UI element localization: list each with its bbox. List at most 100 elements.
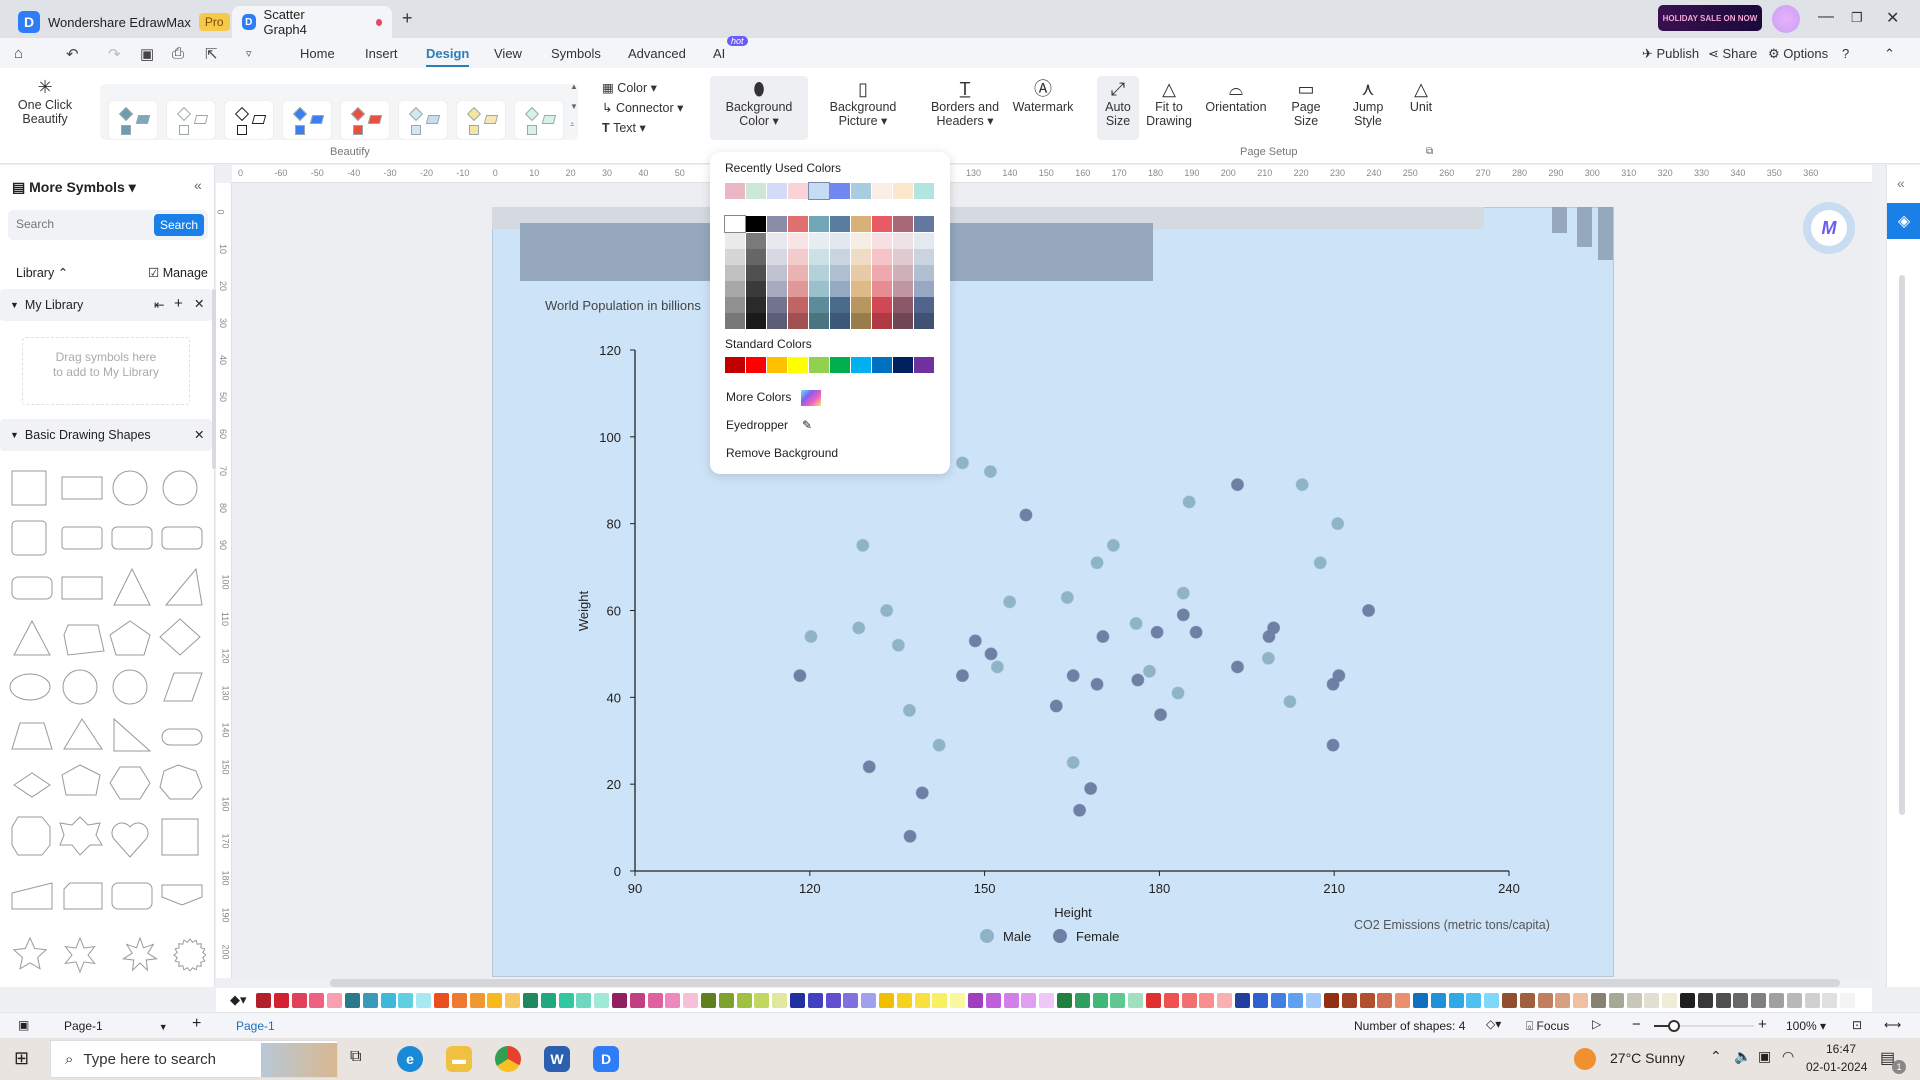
theme-shade-swatch[interactable]: [788, 281, 808, 297]
standard-color-swatch[interactable]: [725, 357, 745, 373]
basic-shape[interactable]: [9, 673, 51, 701]
data-point-male[interactable]: [955, 456, 969, 470]
palette-color-swatch[interactable]: [1341, 993, 1357, 1008]
palette-color-swatch[interactable]: [1377, 993, 1393, 1008]
palette-color-swatch[interactable]: [807, 993, 823, 1008]
recent-color-swatch[interactable]: [725, 183, 745, 199]
watermark-button[interactable]: Ⓐ Watermark: [1012, 80, 1074, 114]
palette-color-swatch[interactable]: [932, 993, 948, 1008]
basic-shape[interactable]: [163, 672, 203, 702]
theme-color-swatch[interactable]: [809, 216, 829, 232]
palette-color-swatch[interactable]: [1519, 993, 1535, 1008]
palette-color-swatch[interactable]: [434, 993, 449, 1008]
palette-color-swatch[interactable]: [1804, 993, 1820, 1008]
palette-color-swatch[interactable]: [487, 993, 503, 1008]
redo-icon[interactable]: ↷: [108, 45, 121, 63]
theme-shade-swatch[interactable]: [872, 281, 892, 297]
weather-text[interactable]: 27°C Sunny: [1610, 1050, 1685, 1066]
palette-color-swatch[interactable]: [540, 993, 556, 1008]
theme-color-swatch[interactable]: [788, 216, 808, 232]
data-point-male[interactable]: [852, 621, 866, 635]
palette-color-swatch[interactable]: [1252, 993, 1268, 1008]
palette-color-swatch[interactable]: [398, 993, 414, 1008]
edrawmax-taskbar-icon[interactable]: D: [593, 1046, 619, 1072]
palette-color-swatch[interactable]: [754, 993, 770, 1008]
close-shapes-icon[interactable]: ✕: [194, 427, 204, 442]
basic-shape[interactable]: [61, 526, 103, 550]
data-point-male[interactable]: [1261, 651, 1275, 665]
basic-shape[interactable]: [63, 882, 103, 910]
theme-color-swatch[interactable]: [746, 216, 766, 232]
palette-color-swatch[interactable]: [665, 993, 681, 1008]
palette-color-swatch[interactable]: [1181, 993, 1197, 1008]
palette-color-swatch[interactable]: [327, 993, 343, 1008]
basic-shape[interactable]: [11, 816, 51, 856]
basic-shape[interactable]: [161, 818, 199, 856]
minimize-button[interactable]: —: [1818, 8, 1834, 26]
palette-color-swatch[interactable]: [1644, 993, 1660, 1008]
theme-color-swatch[interactable]: [830, 216, 850, 232]
theme-shade-swatch[interactable]: [809, 313, 829, 329]
palette-color-swatch[interactable]: [1306, 993, 1322, 1008]
theme-shade-swatch[interactable]: [767, 265, 787, 281]
basic-shape[interactable]: [113, 567, 151, 606]
theme-shade-swatch[interactable]: [830, 313, 850, 329]
theme-shade-swatch[interactable]: [851, 265, 871, 281]
recent-color-swatch[interactable]: [808, 182, 830, 200]
basic-shape[interactable]: [11, 882, 53, 910]
palette-color-swatch[interactable]: [1840, 993, 1856, 1008]
basic-shape[interactable]: [61, 476, 103, 500]
palette-color-swatch[interactable]: [1573, 993, 1589, 1008]
theme-color-swatch[interactable]: [893, 216, 913, 232]
theme-shade-swatch[interactable]: [893, 281, 913, 297]
symbol-search-input[interactable]: [16, 217, 136, 231]
user-avatar[interactable]: [1772, 5, 1800, 33]
basic-shape[interactable]: [111, 822, 149, 858]
basic-shape[interactable]: [159, 618, 201, 656]
basic-shape[interactable]: [111, 526, 153, 550]
palette-color-swatch[interactable]: [1199, 993, 1215, 1008]
vertical-scrollbar[interactable]: [1899, 275, 1905, 815]
standard-color-swatch[interactable]: [893, 357, 913, 373]
fit-page-icon[interactable]: ⊡: [1852, 1018, 1862, 1032]
zoom-slider[interactable]: [1654, 1020, 1754, 1032]
theme-shade-swatch[interactable]: [830, 297, 850, 313]
palette-color-swatch[interactable]: [1092, 993, 1108, 1008]
recent-color-swatch[interactable]: [872, 183, 892, 199]
theme-style-option[interactable]: [282, 100, 332, 140]
standard-color-swatch[interactable]: [767, 357, 787, 373]
palette-color-swatch[interactable]: [256, 993, 271, 1008]
palette-color-swatch[interactable]: [1662, 993, 1678, 1008]
theme-style-option[interactable]: [456, 100, 506, 140]
palette-color-swatch[interactable]: [1430, 993, 1446, 1008]
page-select[interactable]: Page-1 ▼: [64, 1019, 168, 1033]
palette-color-swatch[interactable]: [1786, 993, 1802, 1008]
page-tab[interactable]: Page-1: [236, 1019, 275, 1033]
palette-color-swatch[interactable]: [825, 993, 841, 1008]
restore-button[interactable]: ❐: [1851, 10, 1863, 26]
recent-color-swatch[interactable]: [851, 183, 871, 199]
tray-overflow-icon[interactable]: ⌃: [1710, 1048, 1722, 1065]
data-point-female[interactable]: [862, 760, 876, 774]
basic-shape[interactable]: [63, 718, 103, 750]
data-point-male[interactable]: [990, 660, 1004, 674]
drop-zone[interactable]: Drag symbols here to add to My Library: [22, 337, 190, 405]
theme-shade-swatch[interactable]: [767, 313, 787, 329]
clock-time[interactable]: 16:47: [1812, 1042, 1870, 1056]
data-point-female[interactable]: [1073, 803, 1087, 817]
horizontal-scrollbar[interactable]: [330, 979, 1840, 987]
unit-button[interactable]: △ Unit: [1404, 80, 1438, 114]
menu-design[interactable]: Design: [426, 46, 470, 67]
clock-date[interactable]: 02-01-2024: [1806, 1060, 1867, 1074]
zoom-out-button[interactable]: −: [1632, 1016, 1641, 1033]
theme-shade-swatch[interactable]: [872, 313, 892, 329]
help-icon[interactable]: ?: [1842, 46, 1849, 61]
star-shape[interactable]: [121, 936, 159, 972]
palette-color-swatch[interactable]: [1074, 993, 1090, 1008]
theme-style-option[interactable]: [340, 100, 390, 140]
data-point-male[interactable]: [891, 638, 905, 652]
app-home-tab[interactable]: D Wondershare EdrawMax Pro: [8, 6, 240, 38]
data-point-female[interactable]: [1096, 630, 1110, 644]
palette-color-swatch[interactable]: [1680, 993, 1695, 1008]
menu-symbols[interactable]: Symbols: [551, 46, 601, 61]
